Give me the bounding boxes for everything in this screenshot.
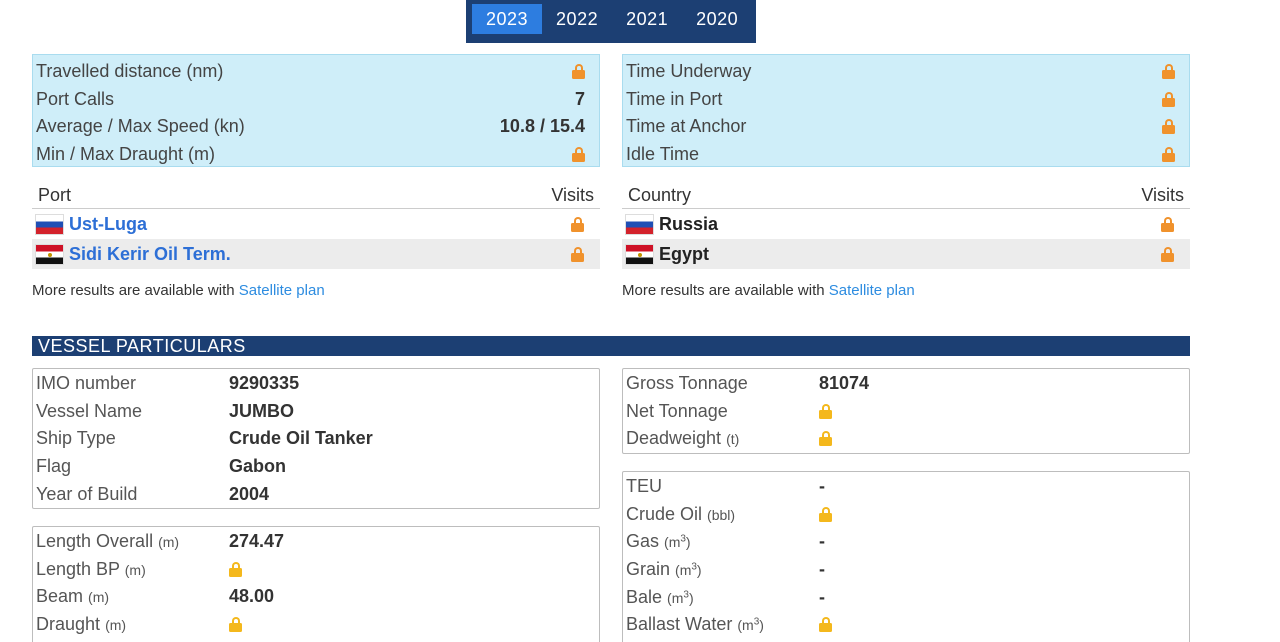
stat-row: Travelled distance (nm) xyxy=(33,58,599,86)
stat-row: Min / Max Draught (m) xyxy=(33,141,599,169)
russia-flag-icon xyxy=(625,213,654,235)
column-header-port: Port xyxy=(38,185,72,205)
vessel-tonnage-panel: Gross Tonnage 81074 Net Tonnage Deadweigh… xyxy=(622,368,1190,454)
vessel-capacity-panel: TEU - Crude Oil (bbl) Gas (m3) - Grain (m3… xyxy=(622,471,1190,642)
country-name-cell: Russia xyxy=(625,213,719,235)
vessel-particulars-header: VESSEL PARTICULARS xyxy=(32,336,1190,356)
particular-row: Flag Gabon xyxy=(36,456,286,477)
lock-icon[interactable] xyxy=(1161,246,1174,262)
particular-row: Length BP (m) xyxy=(33,556,599,584)
particular-row: Ballast Water (m3) xyxy=(623,611,1189,639)
voyage-stats-panel: Travelled distance (nm) Port Calls 7 Ave… xyxy=(32,54,600,167)
particular-row: IMO number 9290335 xyxy=(36,373,300,394)
tab-year-2021[interactable]: 2021 xyxy=(612,4,682,34)
lock-icon[interactable] xyxy=(819,403,832,419)
lock-icon[interactable] xyxy=(1162,91,1175,107)
egypt-flag-icon xyxy=(625,243,654,265)
satellite-plan-link[interactable]: Satellite plan xyxy=(829,282,915,299)
lock-icon[interactable] xyxy=(1161,216,1174,232)
lock-icon[interactable] xyxy=(571,216,584,232)
more-results-note: More results are available with Satellit… xyxy=(32,282,325,299)
stat-row: Idle Time xyxy=(623,141,1189,169)
vessel-identity-panel: IMO number 9290335 Vessel Name JUMBO Ship … xyxy=(32,368,600,509)
stat-label: Travelled distance (nm) xyxy=(36,61,224,82)
lock-icon[interactable] xyxy=(572,64,585,80)
table-row: Russia xyxy=(622,209,1190,239)
port-visits-table: Port Visits Ust-Luga Sidi Kerir Oil Term… xyxy=(32,183,600,269)
stat-row: Port Calls 7 xyxy=(33,86,599,114)
stat-label: Average / Max Speed (kn) xyxy=(36,116,245,137)
tab-year-2023[interactable]: 2023 xyxy=(472,4,543,34)
port-link-sidi-kerir[interactable]: Sidi Kerir Oil Term. xyxy=(35,243,231,265)
russia-flag-icon xyxy=(35,213,64,235)
table-row: Egypt xyxy=(622,239,1190,269)
stat-row: Time Underway xyxy=(623,58,1189,86)
tab-year-2020[interactable]: 2020 xyxy=(682,4,752,34)
lock-icon[interactable] xyxy=(1162,64,1175,80)
country-name-cell: Egypt xyxy=(625,243,710,265)
particular-row: Beam (m) 48.00 xyxy=(36,586,275,607)
country-visits-table: Country Visits Russia Egypt xyxy=(622,183,1190,269)
lock-icon[interactable] xyxy=(229,617,242,633)
stat-value: 7 xyxy=(574,88,585,109)
particular-row: TEU - xyxy=(626,476,825,497)
table-row: Ust-Luga xyxy=(32,209,600,239)
stat-label: Idle Time xyxy=(626,143,700,164)
particular-row: Crude Oil (bbl) xyxy=(623,501,1189,529)
particular-row: Gross Tonnage 81074 xyxy=(626,373,870,394)
port-name: Sidi Kerir Oil Term. xyxy=(69,243,231,264)
vessel-dimensions-panel: Length Overall (m) 274.47 Length BP (m) B… xyxy=(32,526,600,642)
port-name: Ust-Luga xyxy=(69,213,147,234)
lock-icon[interactable] xyxy=(819,617,832,633)
particular-row: Ship Type Crude Oil Tanker xyxy=(36,428,373,449)
stat-label: Time in Port xyxy=(626,88,723,109)
particular-row: Draught (m) xyxy=(33,611,599,639)
country-name: Egypt xyxy=(659,243,710,264)
particular-row: Vessel Name JUMBO xyxy=(36,400,295,421)
stat-label: Time Underway xyxy=(626,61,752,82)
lock-icon[interactable] xyxy=(1162,146,1175,162)
lock-icon[interactable] xyxy=(1162,119,1175,135)
stat-row: Average / Max Speed (kn) 10.8 / 15.4 xyxy=(33,113,599,141)
stat-row: Time in Port xyxy=(623,86,1189,114)
satellite-plan-link[interactable]: Satellite plan xyxy=(239,282,325,299)
stat-value: 10.8 / 15.4 xyxy=(499,116,585,137)
column-header-country: Country xyxy=(628,185,692,205)
table-header: Country Visits xyxy=(622,183,1190,209)
more-results-note: More results are available with Satellit… xyxy=(622,282,915,299)
particular-row: Gas (m3) - xyxy=(626,531,825,552)
particular-row: Net Tonnage xyxy=(623,398,1189,426)
column-header-visits: Visits xyxy=(551,185,594,205)
tab-year-2022[interactable]: 2022 xyxy=(542,4,612,34)
lock-icon[interactable] xyxy=(819,431,832,447)
time-stats-panel: Time Underway Time in Port Time at Ancho… xyxy=(622,54,1190,167)
column-header-visits: Visits xyxy=(1141,185,1184,205)
stat-label: Time at Anchor xyxy=(626,116,747,137)
stat-label: Min / Max Draught (m) xyxy=(36,143,216,164)
lock-icon[interactable] xyxy=(819,506,832,522)
egypt-flag-icon xyxy=(35,243,64,265)
table-row: Sidi Kerir Oil Term. xyxy=(32,239,600,269)
particular-row: Grain (m3) - xyxy=(626,559,825,580)
year-tabs: 2023 2022 2021 2020 xyxy=(466,0,756,43)
particular-row: Length Overall (m) 274.47 xyxy=(36,531,285,552)
lock-icon[interactable] xyxy=(571,246,584,262)
particular-row: Bale (m3) - xyxy=(626,586,825,607)
lock-icon[interactable] xyxy=(229,561,242,577)
stat-row: Time at Anchor xyxy=(623,113,1189,141)
port-link-ust-luga[interactable]: Ust-Luga xyxy=(35,213,147,235)
particular-row: Year of Build 2004 xyxy=(36,483,270,504)
lock-icon[interactable] xyxy=(572,146,585,162)
table-header: Port Visits xyxy=(32,183,600,209)
stat-label: Port Calls xyxy=(36,88,115,109)
particular-row: Deadweight (t) xyxy=(623,425,1189,453)
country-name: Russia xyxy=(659,213,719,234)
